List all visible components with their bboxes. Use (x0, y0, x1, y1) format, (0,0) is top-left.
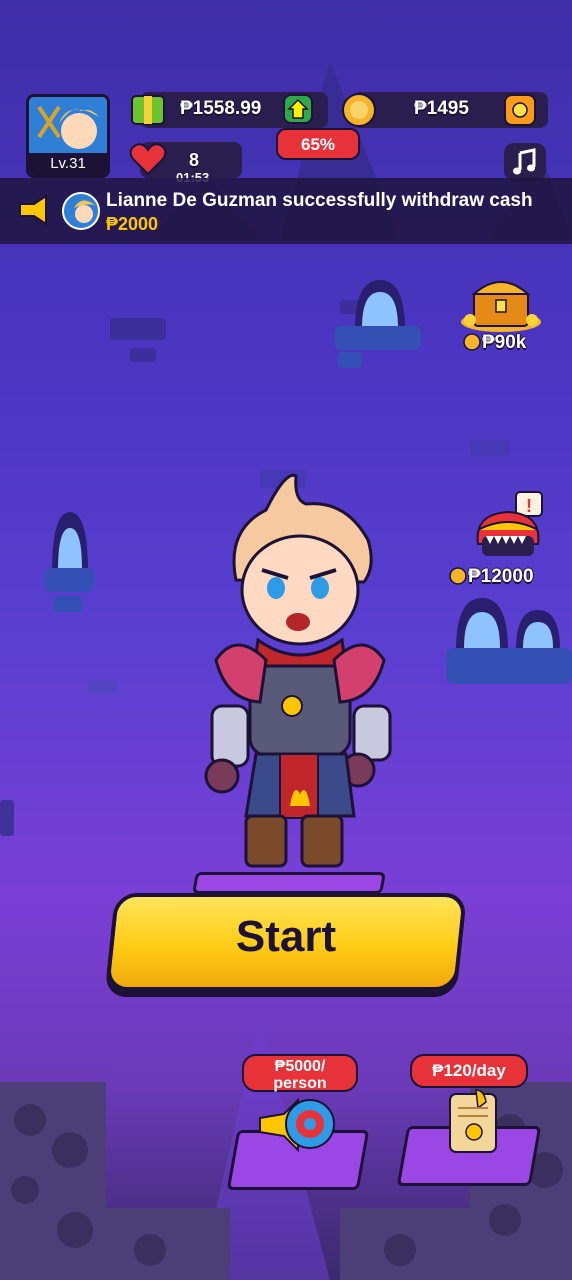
treasure-chest-reward[interactable]: ₱90k (456, 272, 546, 356)
notice-amount: ₱2000 (106, 214, 159, 234)
monster-reward-amount: ₱12000 (468, 566, 534, 587)
player-avatar[interactable]: Lv.31 (26, 94, 110, 178)
lives-count: 8 (189, 150, 200, 170)
megaphone-icon (19, 194, 47, 226)
megaphone-target-icon (259, 1097, 335, 1153)
coin-icon (449, 567, 467, 585)
notice-message: Lianne De Guzman successfully withdraw c… (106, 190, 533, 211)
invite-tag-line2: person (273, 1075, 327, 1092)
coin-icon (342, 93, 376, 127)
cash-icon (131, 95, 165, 125)
cash-upgrade-button[interactable] (283, 94, 313, 124)
coin-value: ₱1495 (414, 98, 469, 119)
heart-icon (129, 143, 167, 176)
music-button[interactable] (504, 143, 546, 181)
treasure-chest-icon (461, 281, 541, 332)
winner-portrait-icon (74, 200, 96, 223)
daily-reward-tag: ₱120/day (410, 1054, 528, 1088)
daily-reward-button[interactable] (412, 1080, 530, 1180)
player-level: Lv.31 (29, 153, 107, 175)
coin-icon (463, 333, 481, 351)
hero-character (204, 473, 392, 868)
cash-value: ₱1558.99 (180, 98, 262, 119)
invite-tag-line1: ₱5000/ (274, 1058, 326, 1075)
svg-text:!: ! (526, 496, 532, 516)
mimic-monster-icon: ! (476, 491, 543, 556)
music-note-icon (513, 148, 536, 175)
winner-avatar (62, 192, 100, 230)
invite-reward-tag: ₱5000/ person (242, 1054, 358, 1092)
scroll-icon (449, 1089, 497, 1153)
hero-platform (192, 872, 386, 894)
hero-portrait-icon (29, 97, 107, 157)
wallet-icon (512, 102, 528, 118)
start-button-label: Start (235, 912, 337, 961)
chest-reward-amount: ₱90k (482, 332, 527, 353)
house-arrow-icon (287, 98, 309, 119)
progress-badge: 65% (276, 128, 360, 160)
monster-reward[interactable]: ! ₱12000 (446, 490, 556, 588)
withdraw-button[interactable] (504, 94, 536, 126)
